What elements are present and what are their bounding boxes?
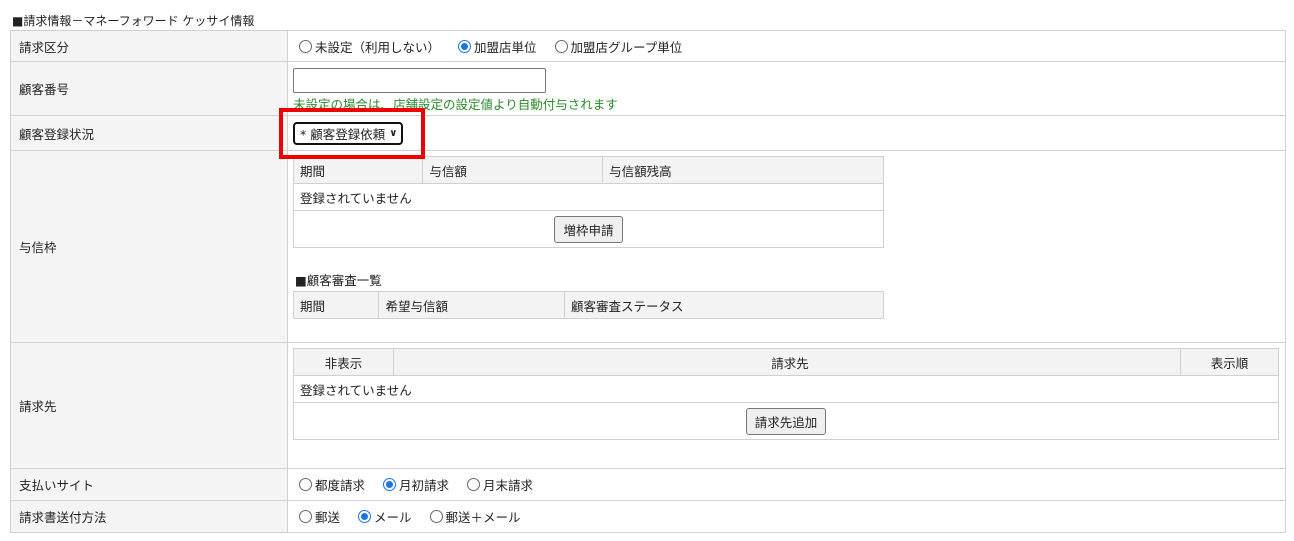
col-header: 与信額 — [422, 156, 604, 184]
radio-post[interactable]: 郵送 — [299, 507, 340, 526]
row-credit: 与信枠 期間 与信額 与信額残高 登録されていません 増枠申請 ■顧客審査一覧 期間… — [10, 150, 1286, 343]
radio-merchant-group[interactable]: 加盟店グループ単位 — [554, 37, 683, 56]
col-header: 期間 — [292, 291, 380, 319]
radio-label: 加盟店単位 — [474, 39, 537, 55]
radio-each[interactable]: 都度請求 — [299, 475, 365, 494]
radio-icon — [467, 478, 480, 491]
col-header: 希望与信額 — [378, 291, 565, 319]
radio-post-and-mail[interactable]: 郵送＋メール — [429, 507, 521, 526]
label: 支払いサイト — [10, 468, 288, 501]
radio-label: 郵送＋メール — [445, 510, 521, 525]
credit-table: 期間 与信額 与信額残高 登録されていません 増枠申請 — [292, 156, 884, 248]
customer-number-input[interactable] — [293, 68, 546, 93]
radio-month-start[interactable]: 月初請求 — [383, 475, 449, 494]
radio-icon — [299, 39, 312, 53]
radio-unset[interactable]: 未設定（利用しない） — [299, 37, 440, 56]
col-header: 与信額残高 — [602, 156, 884, 184]
radio-checked-icon — [458, 39, 471, 53]
empty-message: 登録されていません — [293, 375, 1279, 403]
radio-icon — [554, 39, 568, 53]
label: 請求先 — [10, 342, 288, 469]
radio-label: 月初請求 — [399, 478, 450, 493]
billing-info-table: 請求区分 未設定（利用しない） 加盟店単位 加盟店グループ単位 顧客番号 未設定… — [10, 30, 1286, 533]
col-header: 非表示 — [293, 348, 394, 376]
radio-label: 都度請求 — [315, 478, 366, 493]
row-billing-type: 請求区分 未設定（利用しない） 加盟店単位 加盟店グループ単位 — [10, 30, 1286, 62]
radio-label: 郵送 — [315, 510, 341, 525]
radio-month-end[interactable]: 月末請求 — [467, 475, 533, 494]
label: 与信枠 — [10, 150, 288, 343]
radio-merchant[interactable]: 加盟店単位 — [458, 37, 537, 56]
radio-checked-icon — [383, 478, 396, 491]
highlight-box — [279, 108, 425, 159]
radio-checked-icon — [358, 510, 371, 523]
radio-label: メール — [374, 510, 412, 525]
radio-icon — [299, 510, 312, 523]
row-billing-to: 請求先 非表示 請求先 表示順 登録されていません 請求先追加 — [10, 342, 1286, 469]
row-payment-site: 支払いサイト 都度請求 月初請求 月末請求 — [10, 468, 1286, 501]
col-header: 顧客審査ステータス — [563, 291, 885, 319]
credit-increase-button[interactable]: 増枠申請 — [554, 215, 623, 243]
empty-message: 登録されていません — [293, 183, 884, 211]
col-header: 請求先 — [393, 348, 1181, 376]
section-title: ■請求情報－マネーフォワード ケッサイ情報 — [12, 14, 255, 28]
label: 顧客番号 — [10, 61, 288, 116]
row-customer-status: 顧客登録状況 * 顧客登録依頼 ∨ — [10, 115, 1286, 151]
row-customer-number: 顧客番号 未設定の場合は、店舗設定の設定値より自動付与されます — [10, 61, 1286, 116]
radio-label: 未設定（利用しない） — [315, 39, 441, 55]
label: 顧客登録状況 — [10, 115, 288, 151]
billing-to-table: 非表示 請求先 表示順 登録されていません 請求先追加 — [293, 348, 1279, 440]
row-invoice-method: 請求書送付方法 郵送 メール 郵送＋メール — [10, 500, 1286, 533]
add-billing-to-button[interactable]: 請求先追加 — [745, 407, 827, 435]
hint-text: 未設定の場合は、店舗設定の設定値より自動付与されます — [293, 97, 618, 112]
radio-mail[interactable]: メール — [358, 507, 412, 526]
review-table: 期間 希望与信額 顧客審査ステータス — [292, 291, 885, 319]
label: 請求書送付方法 — [10, 500, 288, 533]
radio-label: 月末請求 — [483, 478, 534, 493]
col-header: 表示順 — [1180, 348, 1279, 376]
radio-icon — [429, 510, 443, 523]
label: 請求区分 — [10, 30, 288, 62]
radio-icon — [299, 478, 312, 491]
col-header: 期間 — [292, 156, 424, 184]
review-title: ■顧客審査一覧 — [295, 273, 382, 288]
radio-label: 加盟店グループ単位 — [570, 39, 683, 55]
